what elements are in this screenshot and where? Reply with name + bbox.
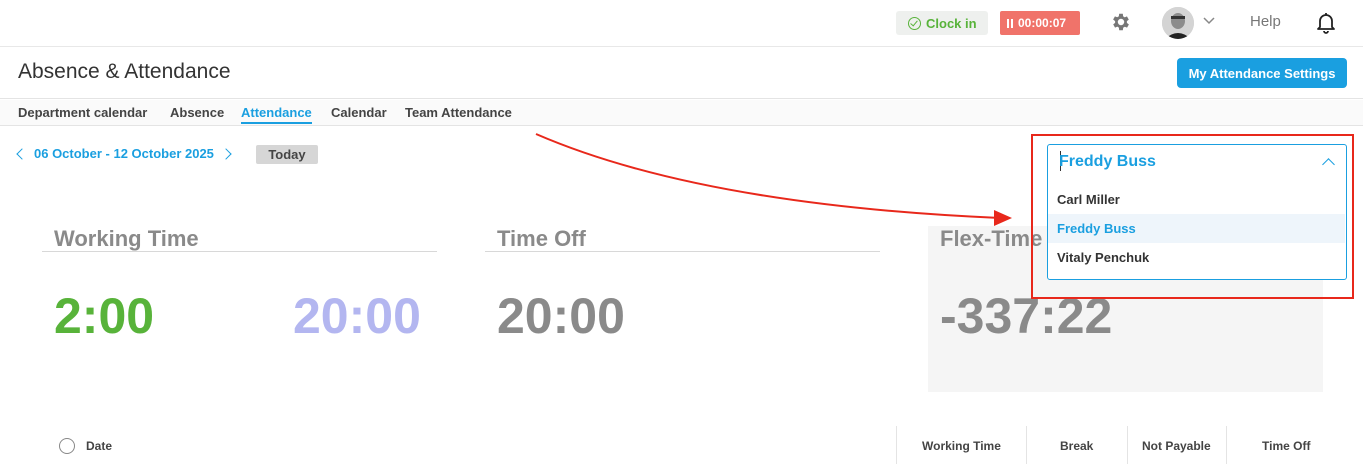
column-divider [1127,426,1128,464]
dropdown-option-carl-miller[interactable]: Carl Miller [1048,185,1345,214]
attendance-table-header: Date Working Time Break Not Payable Time… [0,426,1363,464]
column-header-not-payable[interactable]: Not Payable [1142,439,1211,453]
employee-select-value[interactable]: Freddy Buss [1059,153,1156,171]
column-divider [896,426,897,464]
column-header-break[interactable]: Break [1060,439,1093,453]
column-divider [1226,426,1227,464]
column-header-date[interactable]: Date [86,439,112,453]
employee-select-dropdown[interactable]: Freddy Buss Carl Miller Freddy Buss Vita… [1047,144,1347,280]
select-all-checkbox[interactable] [59,438,75,454]
column-divider [1026,426,1027,464]
chevron-up-icon[interactable] [1322,158,1335,171]
column-header-time-off[interactable]: Time Off [1262,439,1310,453]
dropdown-option-freddy-buss[interactable]: Freddy Buss [1048,214,1345,243]
dropdown-option-vitaly-penchuk[interactable]: Vitaly Penchuk [1048,243,1345,272]
column-header-working-time[interactable]: Working Time [922,439,1001,453]
